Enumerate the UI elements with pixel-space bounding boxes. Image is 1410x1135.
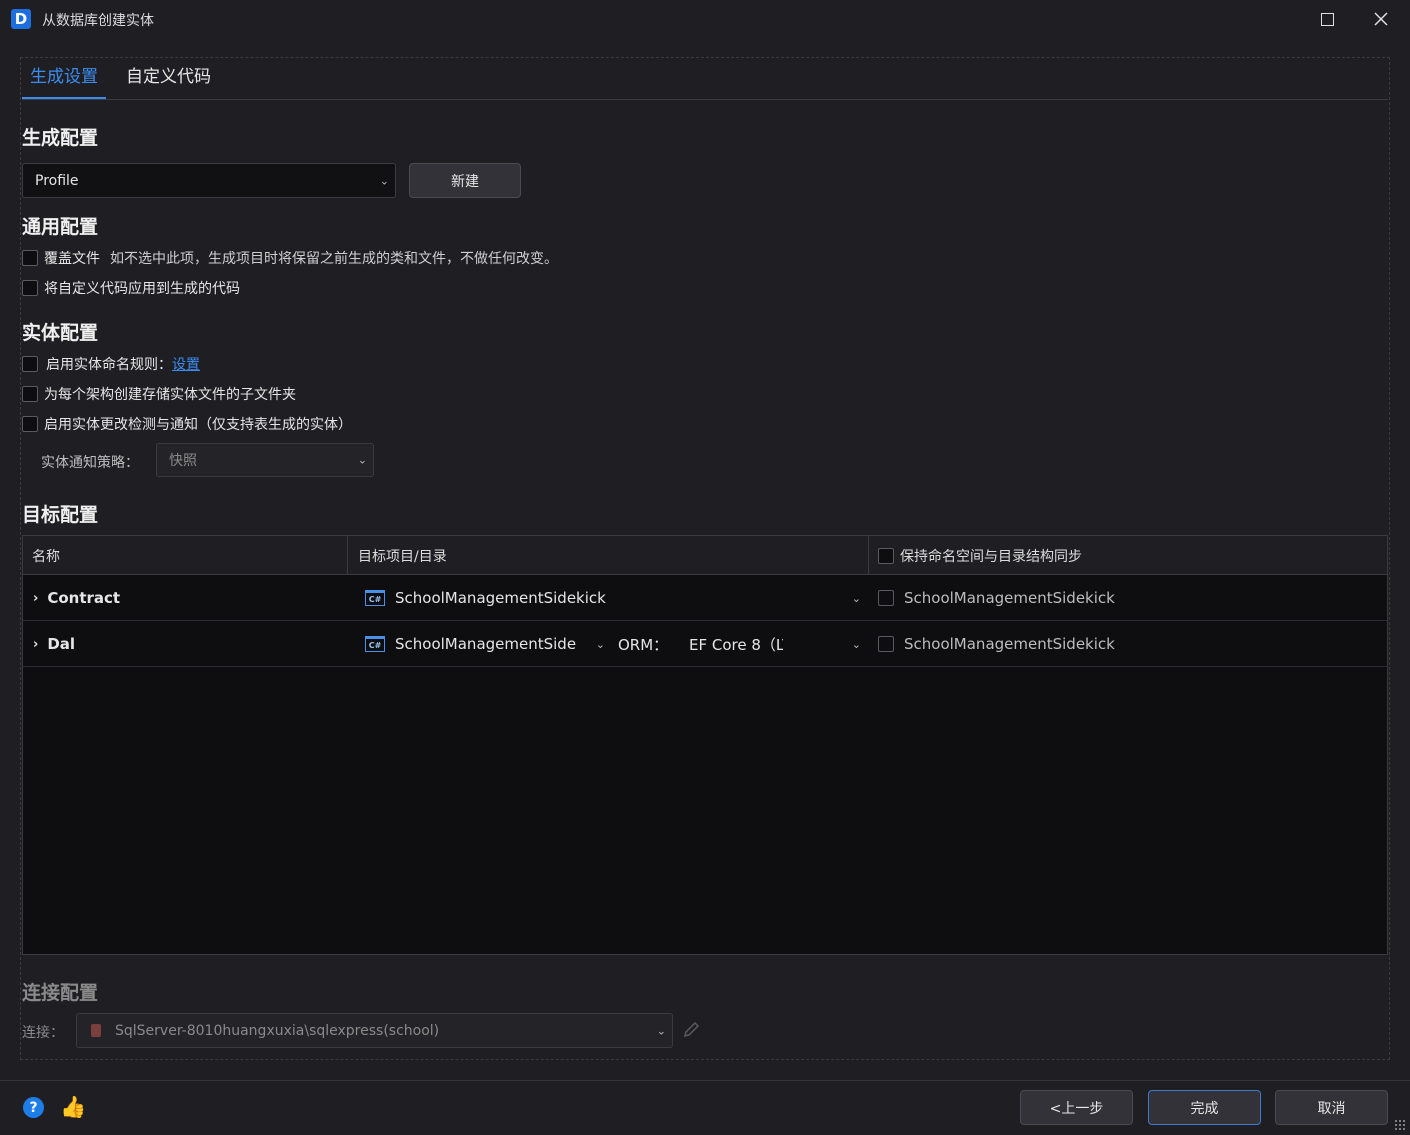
namespace-value: SchoolManagementSidekick <box>904 589 1115 607</box>
connection-config-title: 连接配置 <box>22 982 99 1004</box>
chevron-down-icon: ⌄ <box>656 1024 666 1037</box>
overwrite-label: 覆盖文件 <box>44 251 100 267</box>
apply-custom-row: 将自定义代码应用到生成的代码 <box>22 278 240 298</box>
generation-config-title: 生成配置 <box>22 127 99 149</box>
tab-custom-code[interactable]: 自定义代码 <box>118 58 219 100</box>
column-header-name: 名称 <box>32 548 60 565</box>
chevron-right-icon[interactable]: › <box>33 591 38 606</box>
row-name-cell: › Contract <box>33 575 120 621</box>
chevron-down-icon: ⌄ <box>357 453 367 467</box>
policy-select-value: 快照 <box>169 453 197 469</box>
column-header-project: 目标项目/目录 <box>358 548 447 565</box>
tab-strip: 生成设置 自定义代码 <box>22 58 231 100</box>
apply-custom-label: 将自定义代码应用到生成的代码 <box>44 281 240 297</box>
table-row[interactable]: › Contract C# SchoolManagementSidekick ⌄… <box>23 575 1387 621</box>
namespace-checkbox[interactable] <box>878 590 894 606</box>
column-divider <box>347 536 348 575</box>
subfolder-row: 为每个架构创建存储实体文件的子文件夹 <box>22 384 296 404</box>
overwrite-checkbox[interactable] <box>22 250 38 266</box>
chevron-down-icon: ⌄ <box>379 174 389 187</box>
chevron-down-icon: ⌄ <box>851 637 861 651</box>
orm-value: EF Core 8（LT <box>689 635 783 654</box>
help-icon[interactable]: ? <box>23 1097 44 1118</box>
subfolder-checkbox[interactable] <box>22 386 38 402</box>
project-value: SchoolManagementSidekicl <box>395 635 577 653</box>
policy-label: 实体通知策略： <box>41 455 139 471</box>
maximize-icon <box>1320 12 1334 26</box>
naming-rule-label: 启用实体命名规则： <box>46 357 172 373</box>
app-logo-icon: D <box>11 9 31 29</box>
sync-label: 保持命名空间与目录结构同步 <box>900 548 1082 565</box>
subfolder-label: 为每个架构创建存储实体文件的子文件夹 <box>44 387 296 403</box>
pencil-icon <box>683 1021 700 1038</box>
csharp-project-icon: C# <box>365 590 385 606</box>
tab-generation-settings[interactable]: 生成设置 <box>22 58 106 100</box>
title-bar: D 从数据库创建实体 <box>0 0 1410 38</box>
orm-label: ORM： <box>618 635 669 654</box>
namespace-checkbox[interactable] <box>878 636 894 652</box>
project-value: SchoolManagementSidekick <box>395 589 606 607</box>
namespace-value: SchoolManagementSidekick <box>904 635 1115 653</box>
back-button[interactable]: <上一步 <box>1020 1090 1133 1125</box>
table-row[interactable]: › Dal C# SchoolManagementSidekicl ⌄ ORM：… <box>23 621 1387 667</box>
entity-config-title: 实体配置 <box>22 322 99 344</box>
profile-select[interactable]: Profile ⌄ <box>22 163 396 198</box>
table-header: 名称 目标项目/目录 保持命名空间与目录结构同步 <box>23 536 1387 575</box>
edit-connection-button[interactable] <box>683 1020 701 1042</box>
connection-label: 连接： <box>22 1025 64 1041</box>
resize-grip[interactable] <box>1394 1119 1406 1131</box>
close-button[interactable] <box>1368 6 1394 32</box>
change-detect-label: 启用实体更改检测与通知（仅支持表生成的实体） <box>44 417 352 433</box>
column-header-sync: 保持命名空间与目录结构同步 <box>878 536 1082 575</box>
orm-select[interactable]: EF Core 8（LT ⌄ <box>689 621 861 667</box>
sqlserver-icon <box>91 1024 101 1037</box>
target-config-title: 目标配置 <box>22 504 99 526</box>
general-config-title: 通用配置 <box>22 216 99 238</box>
naming-rule-checkbox[interactable] <box>22 356 38 372</box>
row-name: Contract <box>47 589 121 607</box>
row-name-cell: › Dal <box>33 621 75 667</box>
sync-checkbox[interactable] <box>878 547 894 564</box>
project-select[interactable]: C# SchoolManagementSidekicl ⌄ <box>365 621 605 667</box>
naming-rule-row: 启用实体命名规则： 设置 <box>22 354 200 374</box>
naming-settings-link[interactable]: 设置 <box>172 354 200 374</box>
connection-value: SqlServer-8010huangxuxia\sqlexpress(scho… <box>115 1022 440 1039</box>
change-detect-checkbox[interactable] <box>22 416 38 432</box>
apply-custom-checkbox[interactable] <box>22 280 38 296</box>
maximize-button[interactable] <box>1314 6 1340 32</box>
window-title: 从数据库创建实体 <box>42 13 154 29</box>
namespace-cell: SchoolManagementSidekick <box>878 575 1115 621</box>
thumbs-up-icon[interactable]: 👍 <box>60 1095 86 1120</box>
chevron-down-icon: ⌄ <box>851 591 861 605</box>
footer-divider <box>0 1080 1410 1081</box>
project-select[interactable]: C# SchoolManagementSidekick ⌄ <box>365 575 861 621</box>
cancel-button[interactable]: 取消 <box>1275 1090 1388 1125</box>
finish-button[interactable]: 完成 <box>1148 1090 1261 1125</box>
change-detect-row: 启用实体更改检测与通知（仅支持表生成的实体） <box>22 414 352 434</box>
csharp-project-icon: C# <box>365 636 385 652</box>
chevron-right-icon[interactable]: › <box>33 637 38 652</box>
overwrite-row: 覆盖文件 如不选中此项，生成项目时将保留之前生成的类和文件，不做任何改变。 <box>22 248 558 268</box>
tab-divider <box>22 99 1388 100</box>
new-profile-button[interactable]: 新建 <box>409 163 521 198</box>
row-name: Dal <box>47 635 76 653</box>
target-table: 名称 目标项目/目录 保持命名空间与目录结构同步 › Contract C# S… <box>22 535 1388 955</box>
connection-select[interactable]: SqlServer-8010huangxuxia\sqlexpress(scho… <box>76 1013 673 1048</box>
profile-select-value: Profile <box>35 172 79 189</box>
chevron-down-icon: ⌄ <box>595 637 605 651</box>
overwrite-hint: 如不选中此项，生成项目时将保留之前生成的类和文件，不做任何改变。 <box>110 251 558 267</box>
column-divider <box>868 536 869 575</box>
policy-select[interactable]: 快照 ⌄ <box>156 443 374 477</box>
namespace-cell: SchoolManagementSidekick <box>878 621 1115 667</box>
close-icon <box>1374 12 1388 26</box>
